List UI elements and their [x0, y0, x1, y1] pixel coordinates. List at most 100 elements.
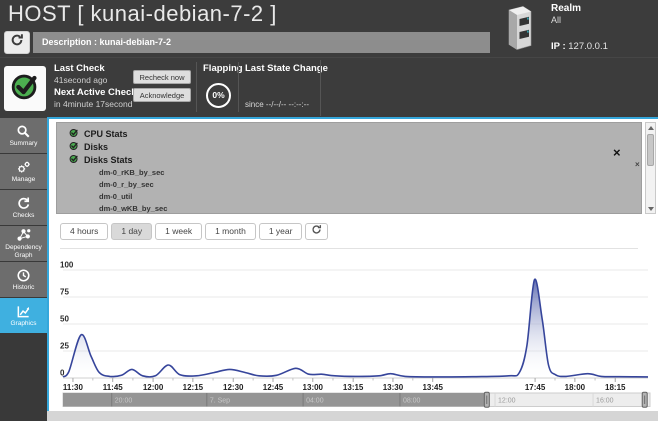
divider: [238, 62, 239, 112]
recheck-now-button[interactable]: Recheck now: [133, 70, 191, 84]
metric-item-dm-0-r-by-sec[interactable]: dm-0_r_by_sec: [69, 178, 641, 190]
realm-value: All: [551, 15, 581, 25]
status-bar: Last Check 41second ago Next Active Chec…: [0, 57, 658, 118]
svg-text:13:00: 13:00: [303, 383, 324, 392]
last-state-change-block: Last State Change since --/--/-- --:--:-…: [245, 64, 328, 109]
line-chart-icon: [16, 304, 31, 319]
navigator-handle[interactable]: [484, 392, 489, 407]
chart-refresh-button[interactable]: [305, 223, 328, 240]
magnifier-icon: [16, 124, 31, 139]
ip-line: IP : 127.0.0.1: [551, 41, 608, 52]
close-icon[interactable]: ×: [613, 148, 621, 158]
sidebar-item-label: Graphics: [9, 320, 37, 327]
svg-text:7. Sep: 7. Sep: [210, 398, 230, 405]
svg-text:18:00: 18:00: [565, 383, 586, 392]
service-group-disks-stats[interactable]: Disks Stats: [69, 153, 641, 166]
content-area: CPU Stats Disks Disks Statsdm-0_rKB_by_sec…: [47, 117, 658, 411]
svg-text:13:30: 13:30: [383, 383, 404, 392]
next-check-label: Next Active Check: [54, 88, 137, 99]
range-button-1-year[interactable]: 1 year: [259, 223, 303, 240]
scroll-up-icon[interactable]: [646, 123, 655, 132]
svg-text:12:00: 12:00: [143, 383, 164, 392]
svg-text:18:15: 18:15: [605, 383, 626, 392]
clock-icon: [16, 268, 31, 283]
divider: [196, 62, 197, 112]
svg-text:13:45: 13:45: [422, 383, 443, 392]
sidebar-item-dependency-graph[interactable]: Dependency Graph: [0, 226, 47, 261]
host-detail-window: HOST [ kunai-debian-7-2 ] Description : …: [0, 0, 658, 421]
svg-text:12:15: 12:15: [183, 383, 204, 392]
sidebar-item-summary[interactable]: Summary: [0, 118, 47, 153]
check-small-icon: [69, 128, 79, 140]
server-icon: [497, 3, 541, 53]
sidebar-item-historic[interactable]: Historic: [0, 262, 47, 297]
svg-text:12:30: 12:30: [223, 383, 244, 392]
svg-text:11:30: 11:30: [63, 383, 84, 392]
service-group-label: Disks: [84, 142, 108, 152]
svg-text:17:45: 17:45: [525, 383, 546, 392]
content-footer-strip: [47, 411, 658, 421]
panel-scrollbar[interactable]: [645, 122, 656, 214]
check-small-icon: [69, 141, 79, 153]
dependency-graph-icon: [16, 228, 31, 243]
range-button-1-day[interactable]: 1 day: [111, 223, 152, 240]
metric-close-icon[interactable]: ×: [635, 161, 640, 169]
service-group-cpu-stats[interactable]: CPU Stats: [69, 127, 641, 140]
refresh-icon: [311, 224, 322, 240]
navigator-handle[interactable]: [642, 392, 647, 407]
last-check-value: 41second ago: [54, 75, 137, 85]
metric-item-dm-0-rkb-by-sec[interactable]: dm-0_rKB_by_sec: [69, 166, 641, 178]
refresh-button[interactable]: [4, 31, 30, 54]
sidebar-item-label: Dependency Graph: [0, 244, 47, 259]
divider: [60, 248, 638, 249]
check-times: Last Check 41second ago Next Active Chec…: [54, 64, 137, 112]
ip-value: 127.0.0.1: [568, 41, 608, 52]
svg-text:20:00: 20:00: [115, 398, 133, 405]
next-check-value: in 4minute 17second: [54, 99, 137, 109]
header: HOST [ kunai-debian-7-2 ] Description : …: [0, 0, 658, 57]
gears-icon: [16, 160, 31, 175]
sidebar-item-manage[interactable]: Manage: [0, 154, 47, 189]
svg-text:04:00: 04:00: [306, 398, 324, 405]
sidebar-item-label: Checks: [12, 212, 36, 219]
range-button-4-hours[interactable]: 4 hours: [60, 223, 108, 240]
svg-text:25: 25: [60, 342, 69, 351]
chart-svg: 025507510011:3011:4512:0012:1512:3012:45…: [49, 252, 654, 409]
check-small-icon: [69, 154, 79, 166]
service-group-label: Disks Stats: [84, 155, 133, 165]
scrollbar-thumb[interactable]: [647, 134, 654, 166]
metric-item-dm-0-wkb-by-sec[interactable]: dm-0_wKB_by_sec: [69, 202, 641, 214]
host-status-icon-box: [4, 66, 46, 111]
metrics-chart: 025507510011:3011:4512:0012:1512:3012:45…: [49, 252, 654, 409]
sidebar-item-graphics[interactable]: Graphics: [0, 298, 47, 333]
refresh-icon: [10, 33, 24, 52]
redo-icon: [16, 196, 31, 211]
svg-text:75: 75: [60, 288, 69, 297]
svg-text:08:00: 08:00: [403, 398, 421, 405]
last-check-label: Last Check: [54, 64, 137, 75]
metric-item-dm-0-util[interactable]: dm-0_util: [69, 190, 641, 202]
svg-text:16:00: 16:00: [596, 398, 614, 405]
page-title: HOST [ kunai-debian-7-2 ]: [8, 1, 277, 27]
sidebar-item-label: Manage: [11, 176, 37, 183]
service-group-label: CPU Stats: [84, 129, 128, 139]
divider: [320, 60, 321, 116]
check-circle-icon: [8, 69, 42, 108]
sidebar-item-label: Summary: [9, 140, 39, 147]
flapping-block: Flapping 0%: [203, 64, 243, 108]
range-button-1-week[interactable]: 1 week: [155, 223, 202, 240]
flapping-percentage-badge: 0%: [206, 83, 231, 108]
range-button-1-month[interactable]: 1 month: [205, 223, 256, 240]
description-bar: Description : kunai-debian-7-2: [33, 32, 490, 53]
service-group-disks[interactable]: Disks: [69, 140, 641, 153]
svg-text:11:45: 11:45: [103, 383, 124, 392]
time-range-toolbar: 4 hours1 day1 week1 month1 year: [60, 223, 328, 240]
svg-text:12:00: 12:00: [498, 398, 516, 405]
realm-label: Realm: [551, 3, 581, 14]
flapping-label: Flapping: [203, 64, 243, 75]
scroll-down-icon[interactable]: [646, 204, 655, 213]
svg-text:50: 50: [60, 315, 69, 324]
acknowledge-button[interactable]: Acknowledge: [133, 88, 191, 102]
last-state-change-value: since --/--/-- --:--:--: [245, 100, 328, 109]
sidebar-item-checks[interactable]: Checks: [0, 190, 47, 225]
